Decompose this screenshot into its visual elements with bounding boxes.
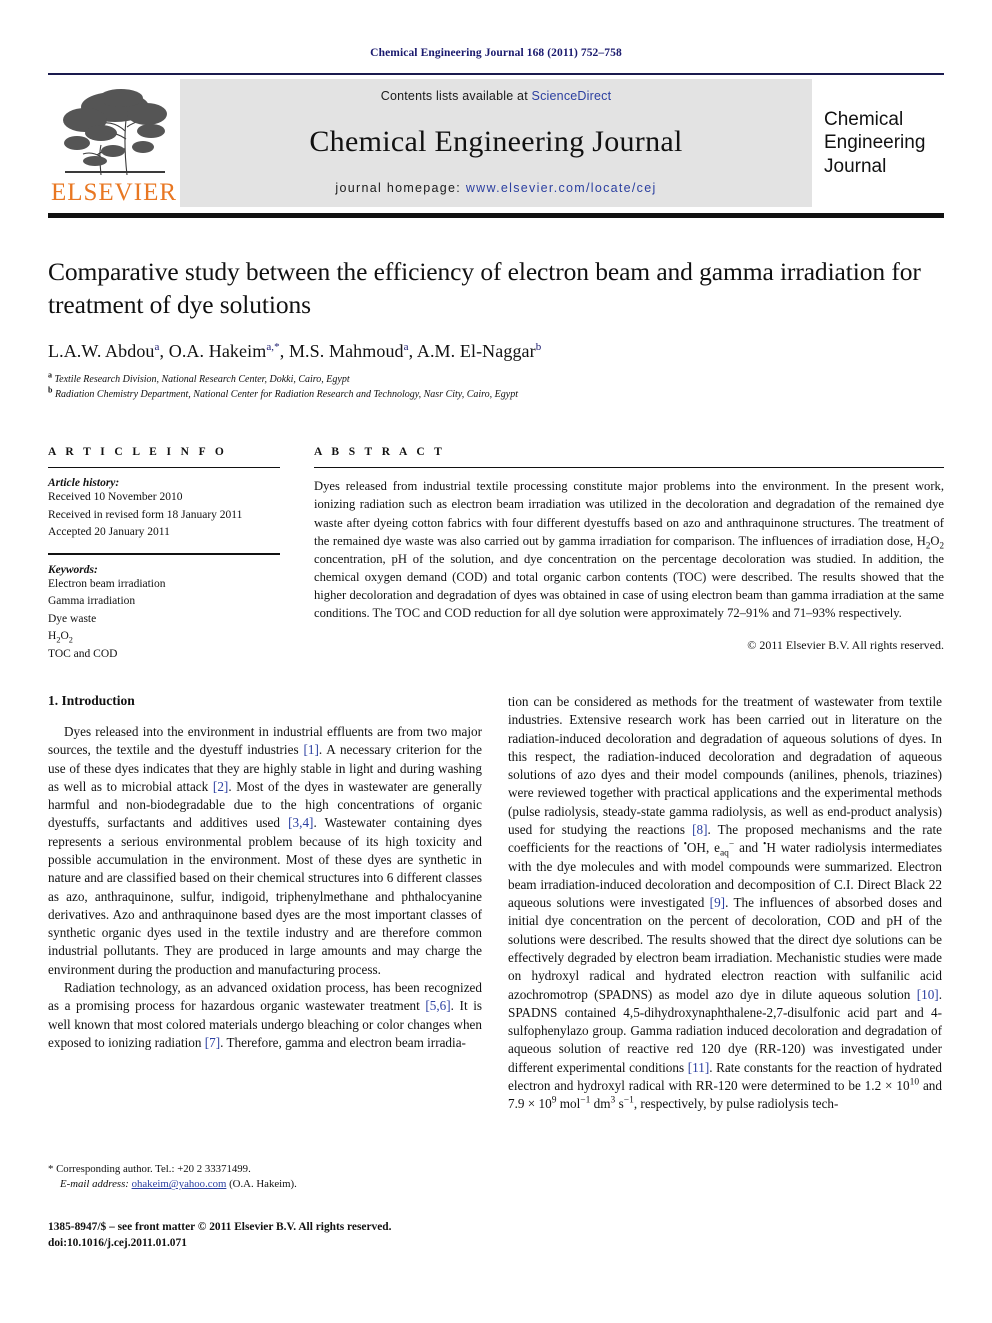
keyword-item: TOC and COD: [48, 647, 118, 660]
body-column-right: tion can be considered as methods for th…: [508, 693, 942, 1113]
elsevier-logo: ELSEVIER: [48, 79, 180, 207]
abstract-heading: A B S T R A C T: [314, 446, 446, 459]
cover-title-line-3: Journal: [824, 155, 887, 177]
masthead-center: Contents lists available at ScienceDirec…: [180, 79, 812, 207]
affiliation-a-text: Textile Research Division, National Rese…: [54, 374, 350, 386]
homepage-prefix: journal homepage:: [335, 181, 466, 195]
journal-cover-thumbnail: Chemical Engineering Journal: [812, 79, 944, 207]
corresponding-author-note: * Corresponding author. Tel.: +20 2 3337…: [48, 1163, 251, 1175]
intro-paragraph-2: Radiation technology, as an advanced oxi…: [48, 979, 482, 1050]
email-note: E-mail address: ohakeim@yahoo.com (O.A. …: [48, 1177, 482, 1192]
affiliation-b-text: Radiation Chemistry Department, National…: [54, 388, 518, 400]
journal-homepage-line: journal homepage: www.elsevier.com/locat…: [335, 181, 656, 195]
article-info-rule-mid: [48, 552, 280, 555]
page-title: Comparative study between the efficiency…: [48, 257, 921, 319]
email-link[interactable]: ohakeim@yahoo.com: [132, 1178, 227, 1190]
affiliation-a: a Textile Research Division, National Re…: [48, 370, 350, 386]
issn-front-matter: 1385-8947/$ – see front matter © 2011 El…: [48, 1220, 392, 1233]
contents-available-line: Contents lists available at ScienceDirec…: [381, 89, 612, 103]
section-heading-introduction: 1. Introduction: [48, 693, 135, 708]
intro-paragraph-1: Dyes released into the environment in in…: [48, 724, 482, 977]
running-head: Chemical Engineering Journal 168 (2011) …: [370, 47, 622, 59]
abstract-copyright: © 2011 Elsevier B.V. All rights reserved…: [747, 638, 944, 653]
author-list: L.A.W. Abdoua, O.A. Hakeima,*, M.S. Mahm…: [48, 341, 542, 362]
keyword-item: Dye waste: [48, 612, 97, 625]
intro-paragraph-continued: tion can be considered as methods for th…: [508, 694, 942, 1112]
keyword-item: Electron beam irradiation: [48, 577, 166, 590]
journal-title: Chemical Engineering Journal: [309, 125, 683, 158]
article-history-2: Received in revised form 18 January 2011: [48, 508, 243, 521]
article-history-label: Article history:: [48, 477, 120, 490]
doi-line: doi:10.1016/j.cej.2011.01.071: [48, 1237, 187, 1250]
sciencedirect-link[interactable]: ScienceDirect: [532, 89, 612, 103]
journal-masthead: ELSEVIER Contents lists available at Sci…: [48, 73, 944, 207]
contents-prefix: Contents lists available at: [380, 89, 532, 103]
abstract-rule: [314, 467, 944, 469]
article-info-rule-top: [48, 467, 280, 469]
journal-homepage-link[interactable]: www.elsevier.com/locate/cej: [466, 181, 657, 195]
article-history-3: Accepted 20 January 2011: [48, 526, 170, 539]
affiliation-list: a Textile Research Division, National Re…: [48, 370, 944, 402]
keywords-label: Keywords:: [48, 563, 98, 576]
masthead-bottom-rule: [48, 213, 944, 218]
abstract-column: A B S T R A C T Dyes released from indus…: [314, 446, 944, 663]
cover-title-line-2: Engineering: [824, 132, 926, 154]
article-info-column: A R T I C L E I N F O Article history: R…: [48, 446, 280, 663]
title-block: Comparative study between the efficiency…: [48, 256, 944, 402]
elsevier-wordmark: ELSEVIER: [50, 179, 178, 206]
article-info-heading: A R T I C L E I N F O: [48, 446, 228, 459]
keyword-item: Gamma irradiation: [48, 595, 136, 608]
body-columns: 1. Introduction Dyes released into the e…: [48, 693, 944, 1113]
article-history-1: Received 10 November 2010: [48, 491, 183, 504]
elsevier-tree-icon: [55, 87, 173, 179]
affiliation-b: b Radiation Chemistry Department, Nation…: [48, 385, 518, 400]
issn-block: 1385-8947/$ – see front matter © 2011 El…: [48, 1219, 482, 1252]
abstract-text: Dyes released from industrial textile pr…: [314, 479, 944, 621]
cover-title-line-1: Chemical: [824, 109, 904, 131]
footnote-area: * Corresponding author. Tel.: +20 2 3337…: [48, 1162, 482, 1252]
keyword-item: H2O2: [48, 630, 73, 645]
email-label: E-mail address:: [60, 1178, 129, 1191]
paper-page: Chemical Engineering Journal 168 (2011) …: [0, 0, 992, 1323]
body-column-left: 1. Introduction Dyes released into the e…: [48, 693, 482, 1113]
email-suffix: (O.A. Hakeim).: [229, 1178, 297, 1191]
info-abstract-section: A R T I C L E I N F O Article history: R…: [48, 446, 944, 663]
